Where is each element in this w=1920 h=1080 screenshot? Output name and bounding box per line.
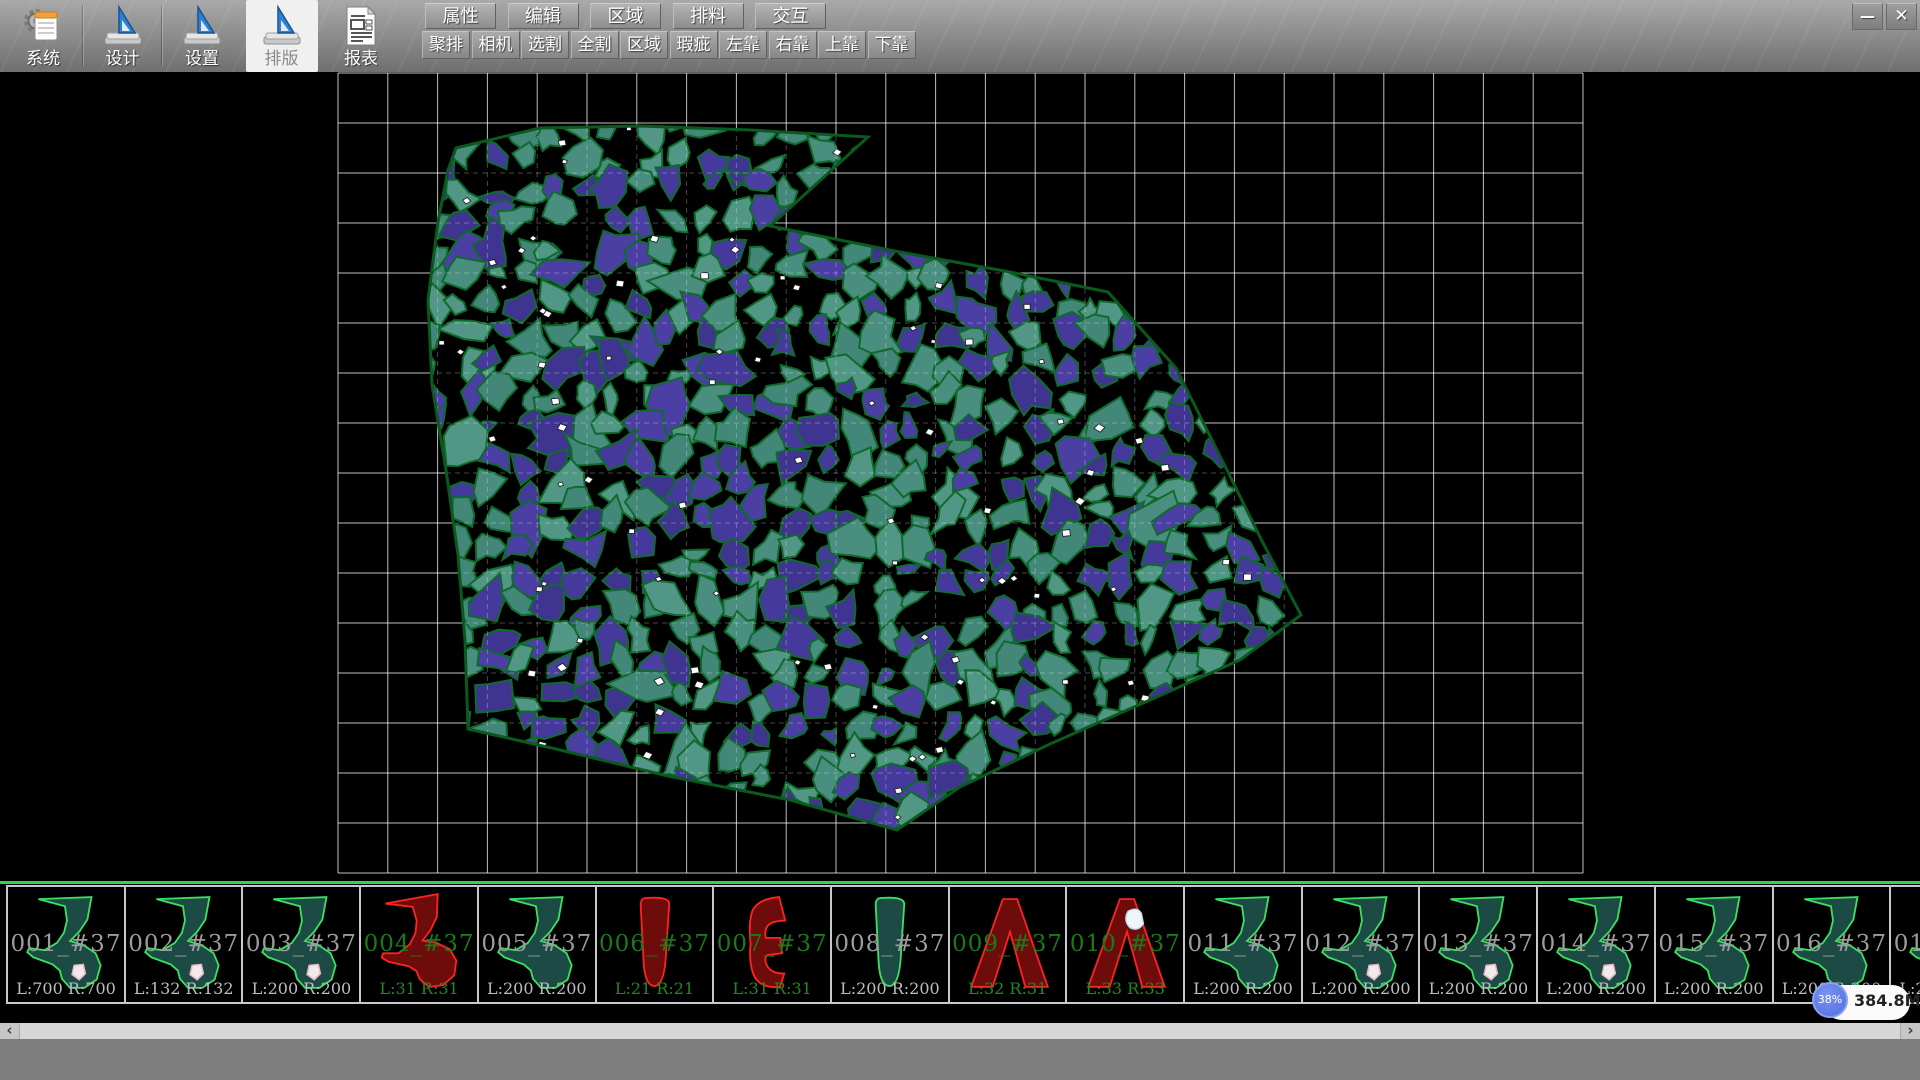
part-lr-count: L:200 R:200 <box>832 979 948 998</box>
design-ruler-icon <box>101 3 145 49</box>
part-name: 005_#37 <box>479 931 595 957</box>
part-name: 016_#37 <box>1774 931 1890 957</box>
part-thumbnail-5[interactable]: 005_#37 L:200 R:200 <box>477 885 597 1004</box>
part-lr-count: L:200 R:200 <box>243 979 359 998</box>
part-lr-count: L:21 R:21 <box>597 979 713 998</box>
part-lr-count: L:200 R:200 <box>1185 979 1301 998</box>
nav-button-label: 设计 <box>106 49 140 69</box>
part-name: 004_#37 <box>361 931 477 957</box>
horizontal-scrollbar[interactable]: ‹ › <box>0 1023 1920 1039</box>
part-name: 010_#37 <box>1067 931 1183 957</box>
part-lr-count: L:31 R:31 <box>361 979 477 998</box>
menu-item-2[interactable]: 编辑 <box>508 3 579 29</box>
menu-item-3[interactable]: 区域 <box>590 3 661 29</box>
part-lr-count: L:200 R:200 <box>1538 979 1654 998</box>
part-thumbnail-9[interactable]: 009_#37 L:32 R:31 <box>948 885 1068 1004</box>
parts-thumbnail-strip: 001_#37 L:700 R:700 002_#37 L:132 R:132 … <box>0 884 1920 1006</box>
part-thumbnail-6[interactable]: 006_#37 L:21 R:21 <box>595 885 715 1004</box>
part-thumbnail-13[interactable]: 013_#37 L:200 R:200 <box>1418 885 1538 1004</box>
nav-button-3[interactable]: 设置 <box>166 0 238 72</box>
tool-button-1[interactable]: 聚排 <box>422 31 470 59</box>
part-name: 009_#37 <box>950 931 1066 957</box>
nav-separator <box>162 6 163 66</box>
settings-ruler-icon <box>180 3 224 49</box>
tool-button-7[interactable]: 左靠 <box>719 31 767 59</box>
tool-button-2[interactable]: 相机 <box>472 31 520 59</box>
nav-button-1[interactable]: 系统 <box>7 0 79 72</box>
part-name: 011_#37 <box>1185 931 1301 957</box>
part-lr-count: L:200 R:200 <box>1303 979 1419 998</box>
part-thumbnail-2[interactable]: 002_#37 L:132 R:132 <box>124 885 244 1004</box>
part-lr-count: L:32 R:31 <box>950 979 1066 998</box>
nav-button-label: 设置 <box>185 49 219 69</box>
nav-button-5[interactable]: 报表 <box>325 0 397 72</box>
window-bottom-chrome <box>0 1039 1920 1080</box>
part-name: 013_#37 <box>1420 931 1536 957</box>
part-thumbnail-7[interactable]: 007_#37 L:31 R:31 <box>712 885 832 1004</box>
part-name: 007_#37 <box>714 931 830 957</box>
system-gear-icon <box>21 3 65 49</box>
menu-item-5[interactable]: 交互 <box>755 3 826 29</box>
part-thumbnail-11[interactable]: 011_#37 L:200 R:200 <box>1183 885 1303 1004</box>
part-thumbnail-12[interactable]: 012_#37 L:200 R:200 <box>1301 885 1421 1004</box>
tool-button-4[interactable]: 全割 <box>571 31 619 59</box>
part-name: 015_#37 <box>1656 931 1772 957</box>
tool-button-8[interactable]: 右靠 <box>769 31 817 59</box>
part-lr-count: L:31 R:31 <box>714 979 830 998</box>
tool-button-9[interactable]: 上靠 <box>818 31 866 59</box>
menu-item-4[interactable]: 排料 <box>673 3 744 29</box>
nav-button-2[interactable]: 设计 <box>87 0 159 72</box>
part-name: 003_#37 <box>243 931 359 957</box>
tool-button-10[interactable]: 下靠 <box>868 31 916 59</box>
part-name: 012_#37 <box>1303 931 1419 957</box>
part-thumbnail-4[interactable]: 004_#37 L:31 R:31 <box>359 885 479 1004</box>
nav-button-label: 系统 <box>26 49 60 69</box>
application-window: 系统 设计 设置 排版 报表 属性编辑区域排料交互 聚 <box>0 0 1920 1080</box>
nav-button-4[interactable]: 排版 <box>246 0 318 72</box>
part-thumbnail-1[interactable]: 001_#37 L:700 R:700 <box>6 885 126 1004</box>
progress-badge: 384.8M 38% <box>1812 982 1910 1020</box>
part-lr-count: L:33 R:33 <box>1067 979 1183 998</box>
part-lr-count: L:700 R:700 <box>8 979 124 998</box>
part-lr-count: L:132 R:132 <box>126 979 242 998</box>
main-toolbar: 系统 设计 设置 排版 报表 属性编辑区域排料交互 聚 <box>0 0 1920 73</box>
part-lr-count: L:200 R:200 <box>479 979 595 998</box>
close-button[interactable]: ✕ <box>1886 3 1917 30</box>
report-doc-icon <box>339 3 383 49</box>
part-name: 002_#37 <box>126 931 242 957</box>
nav-separator <box>83 6 84 66</box>
part-thumbnail-8[interactable]: 008_#37 L:200 R:200 <box>830 885 950 1004</box>
menu-item-1[interactable]: 属性 <box>425 3 496 29</box>
part-thumbnail-15[interactable]: 015_#37 L:200 R:200 <box>1654 885 1774 1004</box>
part-lr-count: L:200 R:200 <box>1656 979 1772 998</box>
part-thumbnail-14[interactable]: 014_#37 L:200 R:200 <box>1536 885 1656 1004</box>
part-lr-count: L:200 R:200 <box>1420 979 1536 998</box>
part-name: 001_#37 <box>8 931 124 957</box>
part-thumbnail-3[interactable]: 003_#37 L:200 R:200 <box>241 885 361 1004</box>
nav-button-label: 排版 <box>265 49 299 69</box>
tool-button-5[interactable]: 区域 <box>620 31 668 59</box>
part-name: 014_#37 <box>1538 931 1654 957</box>
part-name: 006_#37 <box>597 931 713 957</box>
scroll-left-arrow-icon[interactable]: ‹ <box>0 1023 20 1039</box>
nesting-layout-svg <box>0 72 1920 881</box>
nav-button-label: 报表 <box>344 49 378 69</box>
percent-circle: 38% <box>1812 982 1848 1018</box>
tool-button-6[interactable]: 瑕疵 <box>670 31 718 59</box>
nesting-ruler-icon <box>260 3 304 49</box>
memory-value: 384.8M <box>1854 991 1920 1010</box>
minimize-button[interactable]: — <box>1852 3 1883 30</box>
part-thumbnail-10[interactable]: 010_#37 L:33 R:33 <box>1065 885 1185 1004</box>
part-name: 008_#37 <box>832 931 948 957</box>
tool-button-3[interactable]: 选割 <box>521 31 569 59</box>
part-name: 017_#37 <box>1891 931 1920 957</box>
scroll-right-arrow-icon[interactable]: › <box>1900 1023 1920 1039</box>
nesting-canvas[interactable] <box>0 72 1920 881</box>
